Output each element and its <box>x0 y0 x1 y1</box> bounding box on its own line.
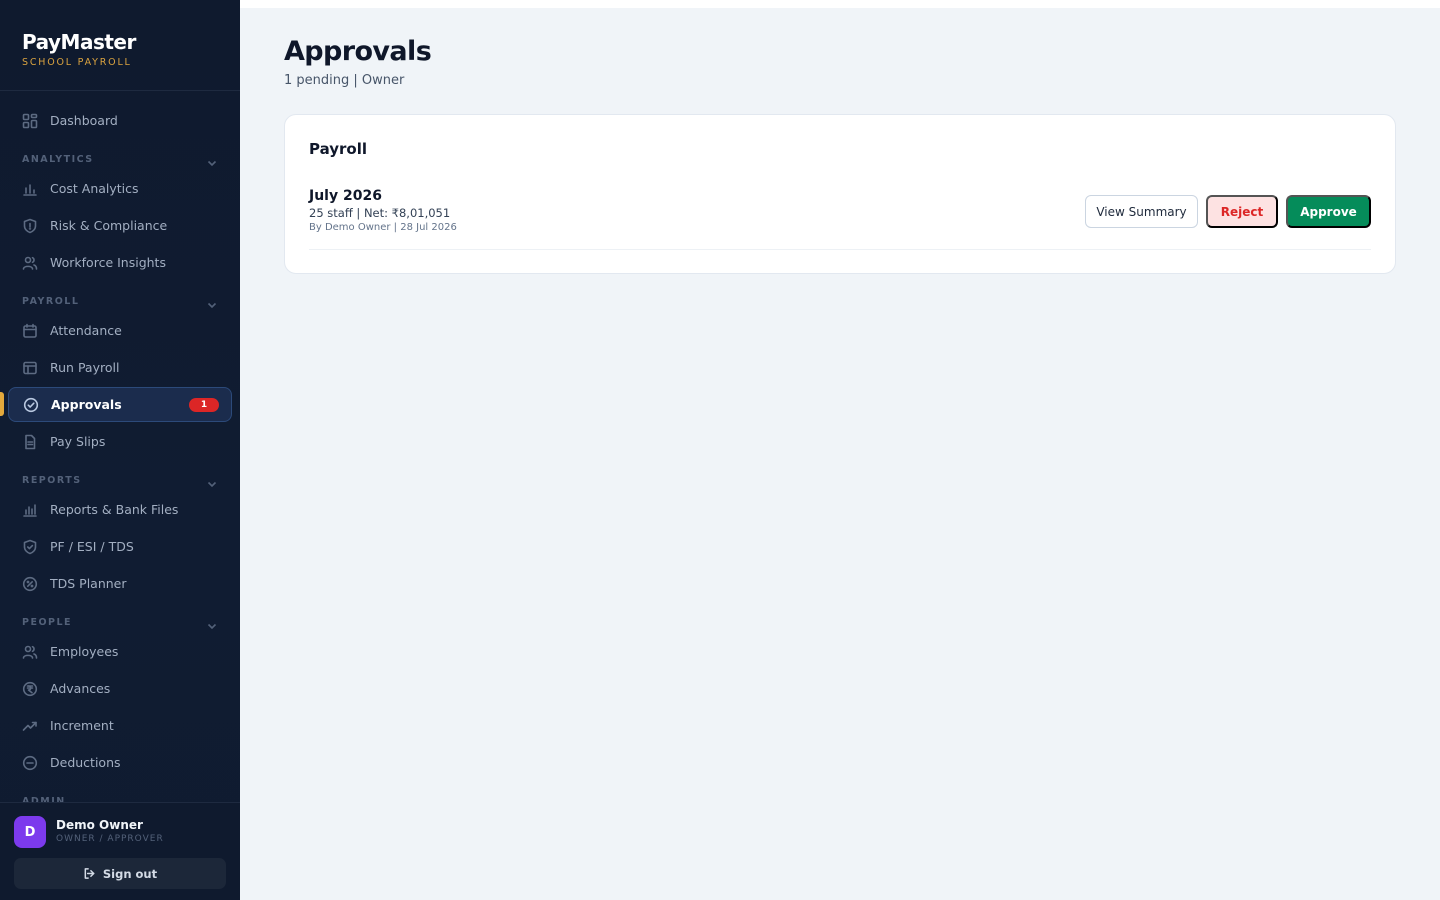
approval-period: July 2026 <box>309 188 382 204</box>
payroll-approvals-card: Payroll July 2026 25 staff | Net: ₹8,01,… <box>284 114 1396 274</box>
minus-circle-icon <box>22 755 38 771</box>
sidebar-item-label: TDS Planner <box>50 576 127 591</box>
sidebar-item-run-payroll[interactable]: Run Payroll <box>8 350 232 385</box>
section-label-text: REPORTS <box>22 475 82 486</box>
approval-meta: 25 staff | Net: ₹8,01,051 <box>309 206 451 220</box>
dashboard-icon <box>22 113 38 129</box>
page-subtitle: 1 pending | Owner <box>284 73 405 88</box>
card-title: Payroll <box>309 140 368 158</box>
sidebar-item-label: Employees <box>50 644 119 659</box>
brand-title: PayMaster <box>22 30 136 54</box>
section-reports[interactable]: REPORTS <box>22 475 222 489</box>
sidebar-item-employees[interactable]: Employees <box>8 634 232 669</box>
section-label-text: PEOPLE <box>22 617 73 628</box>
bar-chart-icon <box>22 502 38 518</box>
bar-chart-icon <box>22 181 38 197</box>
top-bar <box>240 0 1440 8</box>
table-icon <box>22 360 38 376</box>
sidebar: PayMaster SCHOOL PAYROLL Dashboard ANALY… <box>0 0 240 900</box>
view-summary-button[interactable]: View Summary <box>1085 195 1198 228</box>
section-label-text: PAYROLL <box>22 296 80 307</box>
percent-icon <box>22 576 38 592</box>
sidebar-item-advances[interactable]: Advances <box>8 671 232 706</box>
sidebar-item-deductions[interactable]: Deductions <box>8 745 232 780</box>
sign-out-button[interactable]: Sign out <box>14 858 226 889</box>
chevron-down-icon[interactable] <box>206 617 218 630</box>
section-payroll[interactable]: PAYROLL <box>22 296 222 310</box>
pending-count-badge: 1 <box>189 398 219 412</box>
active-indicator <box>0 392 4 416</box>
divider <box>0 90 240 91</box>
sidebar-item-approvals[interactable]: Approvals 1 <box>8 387 232 422</box>
sidebar-item-label: Pay Slips <box>50 434 106 449</box>
sidebar-item-label: Run Payroll <box>50 360 120 375</box>
sidebar-item-label: Attendance <box>50 323 122 338</box>
shield-icon <box>22 218 38 234</box>
sidebar-item-label: Approvals <box>51 397 122 412</box>
sidebar-item-cost-analytics[interactable]: Cost Analytics <box>8 171 232 206</box>
sidebar-item-increment[interactable]: Increment <box>8 708 232 743</box>
sidebar-item-label: Dashboard <box>50 113 118 128</box>
sidebar-item-pf-esi-tds[interactable]: PF / ESI / TDS <box>8 529 232 564</box>
users-icon <box>22 644 38 660</box>
sidebar-item-label: Increment <box>50 718 114 733</box>
chevron-down-icon[interactable] <box>206 475 218 488</box>
sign-out-label: Sign out <box>102 866 158 881</box>
section-people[interactable]: PEOPLE <box>22 617 222 631</box>
user-name: Demo Owner <box>56 818 143 832</box>
approve-button[interactable]: Approve <box>1286 195 1371 228</box>
section-label-text: ANALYTICS <box>22 154 94 165</box>
sidebar-item-risk-compliance[interactable]: Risk & Compliance <box>8 208 232 243</box>
reject-button[interactable]: Reject <box>1206 195 1278 228</box>
user-panel: D Demo Owner OWNER / APPROVER Sign out <box>0 802 240 900</box>
sidebar-item-label: Reports & Bank Files <box>50 502 179 517</box>
section-analytics[interactable]: ANALYTICS <box>22 154 222 168</box>
chevron-down-icon[interactable] <box>206 296 218 309</box>
sidebar-item-label: PF / ESI / TDS <box>50 539 134 554</box>
sidebar-item-label: Workforce Insights <box>50 255 166 270</box>
users-icon <box>22 255 38 271</box>
shield-check-icon <box>22 539 38 555</box>
document-icon <box>22 434 38 450</box>
sidebar-item-pay-slips[interactable]: Pay Slips <box>8 424 232 459</box>
sidebar-item-label: Deductions <box>50 755 121 770</box>
chevron-down-icon[interactable] <box>206 154 218 167</box>
user-role: OWNER / APPROVER <box>56 834 164 844</box>
page-title: Approvals <box>284 36 432 67</box>
sidebar-item-attendance[interactable]: Attendance <box>8 313 232 348</box>
brand-subtitle: SCHOOL PAYROLL <box>22 57 132 68</box>
sidebar-item-workforce-insights[interactable]: Workforce Insights <box>8 245 232 280</box>
sidebar-item-label: Advances <box>50 681 111 696</box>
check-circle-icon <box>23 397 39 413</box>
approval-submitted-by: By Demo Owner | 28 Jul 2026 <box>309 222 457 233</box>
sidebar-item-reports-bank-files[interactable]: Reports & Bank Files <box>8 492 232 527</box>
brand[interactable]: PayMaster SCHOOL PAYROLL <box>22 30 136 68</box>
sidebar-item-label: Risk & Compliance <box>50 218 168 233</box>
sidebar-item-tds-planner[interactable]: TDS Planner <box>8 566 232 601</box>
list-item: July 2026 25 staff | Net: ₹8,01,051 By D… <box>309 185 1371 250</box>
sidebar-item-dashboard[interactable]: Dashboard <box>8 103 232 138</box>
sign-out-icon <box>84 868 95 879</box>
sidebar-item-label: Cost Analytics <box>50 181 139 196</box>
trending-up-icon <box>22 718 38 734</box>
rupee-icon <box>22 681 38 697</box>
avatar[interactable]: D <box>14 816 46 848</box>
calendar-icon <box>22 323 38 339</box>
